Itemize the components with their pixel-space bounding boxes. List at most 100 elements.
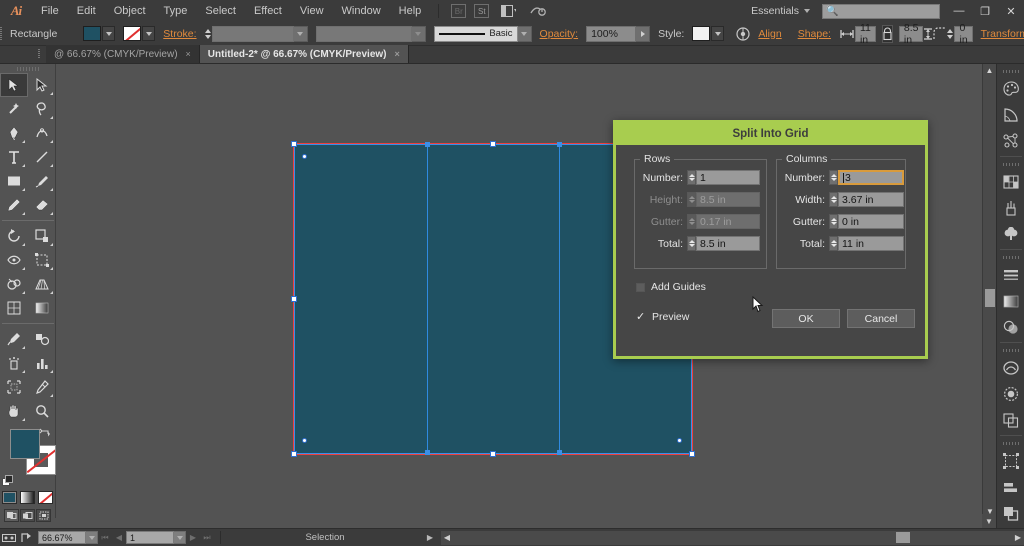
eyedropper-tool[interactable] xyxy=(0,327,28,351)
zoom-tool[interactable] xyxy=(28,399,56,423)
curvature-tool[interactable] xyxy=(28,121,56,145)
color-panel-icon[interactable] xyxy=(997,76,1024,102)
rows-number-input[interactable]: 1 xyxy=(696,170,760,185)
free-transform-tool[interactable] xyxy=(28,248,56,272)
corner-radius-icon[interactable] xyxy=(933,25,947,43)
align-label[interactable]: Align xyxy=(750,28,789,40)
document-tab-2[interactable]: Untitled-2* @ 66.67% (CMYK/Preview) × xyxy=(199,45,409,63)
column-graph-tool[interactable] xyxy=(28,351,56,375)
lasso-tool[interactable] xyxy=(28,97,56,121)
rows-number-stepper[interactable] xyxy=(687,170,696,185)
path-anchor-bottom-1[interactable] xyxy=(425,450,430,455)
rows-total-input[interactable]: 8.5 in xyxy=(696,236,760,251)
default-fill-stroke-icon[interactable] xyxy=(2,475,14,487)
line-segment-tool[interactable] xyxy=(28,145,56,169)
path-anchor-top-1[interactable] xyxy=(425,142,430,147)
slice-tool[interactable] xyxy=(28,375,56,399)
artboard-dropdown-icon[interactable] xyxy=(174,531,186,544)
opacity-label[interactable]: Opacity: xyxy=(532,28,587,40)
previous-artboard-icon[interactable]: ◀ xyxy=(112,531,126,545)
shape-builder-tool[interactable] xyxy=(0,272,28,296)
hand-tool[interactable] xyxy=(0,399,28,423)
columns-width-stepper[interactable] xyxy=(829,192,838,207)
corner-widget-br[interactable] xyxy=(677,438,682,443)
graphic-style-swatch[interactable] xyxy=(692,26,711,41)
tools-panel-grip[interactable] xyxy=(0,64,55,73)
selection-tool[interactable] xyxy=(0,73,28,97)
rectangle-tool[interactable] xyxy=(0,169,28,193)
color-fill-button[interactable] xyxy=(2,491,17,504)
dock-group-grip-2[interactable] xyxy=(997,159,1024,169)
draw-normal-button[interactable] xyxy=(4,509,19,522)
scroll-left-icon[interactable]: ◀ xyxy=(441,533,453,542)
preview-checkbox-row[interactable]: ✓ Preview xyxy=(636,311,689,323)
stroke-profile-field[interactable]: Basic xyxy=(433,25,532,42)
align-panel-icon[interactable] xyxy=(997,474,1024,500)
none-fill-button[interactable] xyxy=(38,491,53,504)
mesh-tool[interactable] xyxy=(0,296,28,320)
color-guide-panel-icon[interactable] xyxy=(997,102,1024,128)
draw-inside-button[interactable] xyxy=(36,509,51,522)
add-guides-checkbox[interactable] xyxy=(636,282,645,292)
pencil-tool[interactable] xyxy=(0,193,28,217)
vertical-scroll-thumb[interactable] xyxy=(985,289,995,307)
swatches-panel-icon[interactable] xyxy=(997,169,1024,195)
color-themes-panel-icon[interactable] xyxy=(997,128,1024,154)
zoom-level-input[interactable]: 66.67% xyxy=(38,531,86,544)
gradient-tool[interactable] xyxy=(28,296,56,320)
minimize-button[interactable]: — xyxy=(946,0,972,22)
scroll-right-icon[interactable]: ▶ xyxy=(1012,533,1024,542)
canvas-horizontal-scrollbar[interactable]: ◀ ▶ xyxy=(441,530,1024,545)
dock-group-grip-5[interactable] xyxy=(997,438,1024,448)
recolor-artwork-icon[interactable] xyxy=(736,25,750,43)
selection-handle-tc[interactable] xyxy=(490,141,496,147)
pen-tool[interactable] xyxy=(0,121,28,145)
stroke-panel-icon[interactable] xyxy=(997,262,1024,288)
opacity-field[interactable]: 100% xyxy=(586,25,651,42)
preview-checkbox[interactable]: ✓ xyxy=(636,311,646,322)
fill-color-swatch[interactable] xyxy=(83,26,102,41)
corner-widget-tl[interactable] xyxy=(302,154,307,159)
scroll-up-icon[interactable]: ▲ xyxy=(983,64,996,77)
add-guides-checkbox-row[interactable]: Add Guides xyxy=(636,281,706,293)
presentation-mode-icon[interactable] xyxy=(0,531,18,545)
gradient-panel-icon[interactable] xyxy=(997,288,1024,314)
ok-button[interactable]: OK xyxy=(772,309,840,328)
document-tab-1[interactable]: @ 66.67% (CMYK/Preview) × xyxy=(46,45,200,63)
close-button[interactable]: ✕ xyxy=(998,0,1024,22)
graphic-styles-panel-icon[interactable] xyxy=(997,407,1024,433)
blend-tool[interactable] xyxy=(28,327,56,351)
draw-behind-button[interactable] xyxy=(20,509,35,522)
magic-wand-tool[interactable] xyxy=(0,97,28,121)
close-icon[interactable]: × xyxy=(394,49,399,59)
restore-button[interactable]: ❐ xyxy=(972,0,998,22)
share-on-behance-icon[interactable] xyxy=(18,531,36,545)
gradient-fill-button[interactable] xyxy=(20,491,35,504)
canvas-corner-resize-icon[interactable]: ▼ xyxy=(982,514,996,528)
menu-view[interactable]: View xyxy=(291,0,333,22)
corner-widget-bl[interactable] xyxy=(302,438,307,443)
fill-dropdown-icon[interactable] xyxy=(102,26,116,41)
symbols-panel-icon[interactable] xyxy=(997,221,1024,247)
dock-group-grip-1[interactable] xyxy=(997,66,1024,76)
selection-handle-ml[interactable] xyxy=(291,296,297,302)
libraries-panel-icon[interactable] xyxy=(997,355,1024,381)
selection-handle-bc[interactable] xyxy=(490,451,496,457)
search-input[interactable]: 🔍 xyxy=(822,3,940,19)
stock-icon[interactable]: St xyxy=(474,4,490,18)
sync-settings-icon[interactable] xyxy=(527,3,549,19)
chevron-down-icon[interactable] xyxy=(411,25,426,42)
rows-total-stepper[interactable] xyxy=(687,236,696,251)
menu-file[interactable]: File xyxy=(32,0,68,22)
dock-group-grip-4[interactable] xyxy=(997,345,1024,355)
appearance-panel-icon[interactable] xyxy=(997,381,1024,407)
brushes-panel-icon[interactable] xyxy=(997,195,1024,221)
direct-selection-tool[interactable] xyxy=(28,73,56,97)
menu-help[interactable]: Help xyxy=(390,0,431,22)
transparency-panel-icon[interactable] xyxy=(997,314,1024,340)
chevron-down-icon[interactable] xyxy=(293,25,308,42)
chevron-down-icon[interactable] xyxy=(711,26,725,41)
columns-number-input[interactable]: 3 xyxy=(838,170,904,185)
shape-label[interactable]: Shape: xyxy=(790,28,839,40)
selection-handle-bl[interactable] xyxy=(291,451,297,457)
